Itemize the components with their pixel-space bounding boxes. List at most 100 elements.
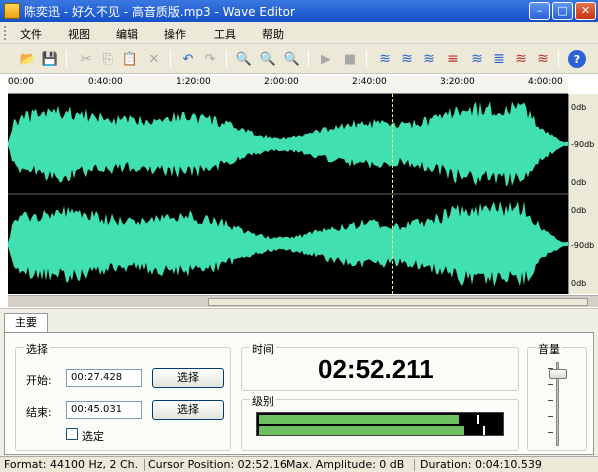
level-meter-channel2 [259,426,464,435]
toolbar-separator [558,50,559,68]
delete-icon[interactable]: ✕ [144,49,164,69]
slider-tick [548,432,553,433]
tab-main[interactable]: 主要 [4,313,48,333]
start-label: 开始: [26,374,52,387]
time-group-title: 时间 [250,341,276,357]
status-max-amplitude: Max. Amplitude: 0 dB [286,458,405,471]
slider-tick [548,384,553,385]
status-cursor-position: Cursor Position: 02:52.16 [148,458,287,471]
time-display: 02:52.211 [318,354,434,384]
timeline-label: 2:00:00 [264,77,299,87]
fade-out-icon[interactable]: ≋ [396,49,416,69]
db-label: 0db [571,206,587,215]
menu-view[interactable]: 视图 [68,26,90,42]
db-label: 0db [571,279,587,288]
timeline-label: 00:00 [8,77,34,87]
status-duration: Duration: 0:04:10.539 [420,458,542,471]
window-title: 陈奕迅 - 好久不见 - 高音质版.mp3 - Wave Editor [24,5,295,19]
maximize-button[interactable]: □ [552,2,573,20]
help-icon[interactable]: ? [568,50,586,68]
play-icon[interactable]: ▶ [316,49,336,69]
menu-bar: 文件 视图 编辑 操作 工具 帮助 [0,22,598,44]
level-group-title: 级别 [250,393,276,409]
menu-grip [4,26,7,40]
paste-icon[interactable]: 📋 [120,49,140,69]
end-time-field[interactable]: 00:45.031 [66,401,142,419]
silence-icon[interactable]: ≡ [442,49,462,69]
open-folder-icon[interactable]: 📂 [18,49,38,69]
toolbar-separator [226,50,227,68]
level-meter-channel1 [259,415,460,424]
save-icon[interactable]: 💾 [40,49,60,69]
level-group: 级别 [241,393,519,451]
zoom-fit-icon[interactable]: 🔍 [282,49,302,69]
reverse-icon[interactable]: ≋ [510,49,530,69]
db-label: -90db [571,140,595,149]
horizontal-scrollbar[interactable] [8,295,598,307]
undo-icon[interactable]: ↶ [178,49,198,69]
toolbar-separator [308,50,309,68]
waveform-svg [8,101,568,287]
timeline-ruler[interactable]: 00:00 0:40:00 1:20:00 2:00:00 2:40:00 3:… [8,76,568,94]
menu-file[interactable]: 文件 [20,26,42,42]
slider-tick [548,416,553,417]
peak-marker [477,415,479,424]
peak-marker [483,426,485,435]
fade-in-icon[interactable]: ≋ [374,49,394,69]
toolbar-separator [170,50,171,68]
playback-cursor[interactable] [392,94,393,294]
compress-icon[interactable]: ≣ [488,49,508,69]
toolbar: 📂 💾 ✂ ⎘ 📋 ✕ ↶ ↷ 🔍 🔍 🔍 ▶ ■ ≋ ≋ ≋ ≡ ≋ ≣ ≋ … [0,44,598,74]
db-label: -90db [571,241,595,250]
timeline-label: 3:20:00 [440,77,475,87]
db-label: 0db [571,103,587,112]
status-separator [414,459,415,471]
toolbar-separator [366,50,367,68]
stop-icon[interactable]: ■ [340,49,360,69]
toolbar-separator [66,50,67,68]
waveform-display[interactable] [8,94,568,294]
channel2-waveform [8,201,568,287]
volume-group: 音量 [527,341,587,451]
menu-tools[interactable]: 工具 [214,26,236,42]
select-end-button[interactable]: 选择 [152,400,224,420]
volume-slider-thumb[interactable] [549,369,567,380]
tab-main-content: 选择 开始: 00:27.428 选择 结束: 00:45.031 选择 选定 … [4,332,594,455]
timeline-label: 2:40:00 [352,77,387,87]
db-label: 0db [571,178,587,187]
control-panel: 主要 选择 开始: 00:27.428 选择 结束: 00:45.031 选择 … [0,308,598,456]
zoom-out-icon[interactable]: 🔍 [258,49,278,69]
volume-group-title: 音量 [536,341,562,357]
status-bar: Format: 44100 Hz, 2 Ch. Cursor Position:… [0,456,598,472]
status-format: Format: 44100 Hz, 2 Ch. [4,458,139,471]
scrollbar-thumb[interactable] [208,298,588,306]
zoom-in-icon[interactable]: 🔍 [234,49,254,69]
menu-help[interactable]: 帮助 [262,26,284,42]
app-icon [4,3,20,19]
menu-operations[interactable]: 操作 [164,26,186,42]
selected-checkbox[interactable] [66,428,78,440]
menu-edit[interactable]: 编辑 [116,26,138,42]
title-bar: 陈奕迅 - 好久不见 - 高音质版.mp3 - Wave Editor – □ … [0,0,598,22]
time-group: 时间 02:52.211 [241,341,519,391]
effects-icon[interactable]: ≋ [532,49,552,69]
channel1-waveform [8,101,568,187]
normalize-icon[interactable]: ≋ [418,49,438,69]
selection-group: 选择 开始: 00:27.428 选择 结束: 00:45.031 选择 选定 [15,341,231,451]
selected-checkbox-label: 选定 [82,430,104,443]
db-scale: 0db -90db 0db 0db -90db 0db [568,94,598,294]
slider-tick [548,400,553,401]
select-start-button[interactable]: 选择 [152,368,224,388]
timeline-label: 1:20:00 [176,77,211,87]
amplify-icon[interactable]: ≋ [466,49,486,69]
copy-icon[interactable]: ⎘ [98,49,118,69]
close-button[interactable]: ✕ [575,2,596,20]
redo-icon[interactable]: ↷ [200,49,220,69]
timeline-label: 4:00:00 [528,77,563,87]
level-meter [256,412,504,436]
start-time-field[interactable]: 00:27.428 [66,369,142,387]
cut-icon[interactable]: ✂ [76,49,96,69]
selection-group-title: 选择 [24,341,50,357]
minimize-button[interactable]: – [529,2,550,20]
end-label: 结束: [26,406,52,419]
